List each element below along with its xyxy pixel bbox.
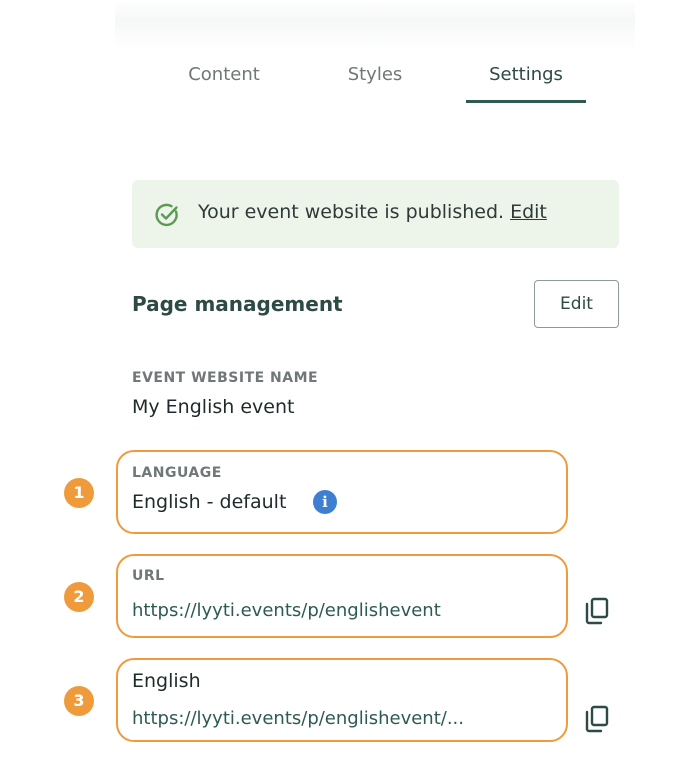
active-tab-indicator xyxy=(466,100,586,103)
callout-badge-3: 3 xyxy=(64,686,94,716)
english-label: English xyxy=(132,670,201,692)
url-highlight xyxy=(116,554,568,638)
callout-badge-1: 1 xyxy=(64,478,94,508)
published-banner: Your event website is published. Edit xyxy=(132,180,619,248)
copy-icon-english[interactable] xyxy=(584,705,610,733)
edit-button[interactable]: Edit xyxy=(534,280,619,328)
english-url-value[interactable]: https://lyyti.events/p/englishevent/... xyxy=(132,708,464,729)
check-circle-icon xyxy=(155,203,178,227)
tab-styles[interactable]: Styles xyxy=(326,58,424,104)
tab-content[interactable]: Content xyxy=(170,58,278,104)
info-icon[interactable]: i xyxy=(313,490,337,514)
website-name-label: EVENT WEBSITE NAME xyxy=(132,370,319,386)
url-value[interactable]: https://lyyti.events/p/englishevent xyxy=(132,600,441,621)
tab-settings[interactable]: Settings xyxy=(466,58,586,104)
language-label: LANGUAGE xyxy=(132,465,222,481)
url-label: URL xyxy=(132,568,165,584)
panel-top-edge xyxy=(115,0,635,50)
copy-icon[interactable] xyxy=(584,597,610,625)
banner-edit-link[interactable]: Edit xyxy=(510,201,547,223)
website-name-value: My English event xyxy=(132,396,295,418)
language-value: English - default xyxy=(132,491,287,513)
callout-badge-2: 2 xyxy=(64,582,94,612)
section-title: Page management xyxy=(132,292,343,316)
tab-bar: Content Styles Settings xyxy=(0,58,692,108)
banner-text: Your event website is published. Edit xyxy=(198,201,547,223)
banner-message: Your event website is published. xyxy=(198,201,505,223)
